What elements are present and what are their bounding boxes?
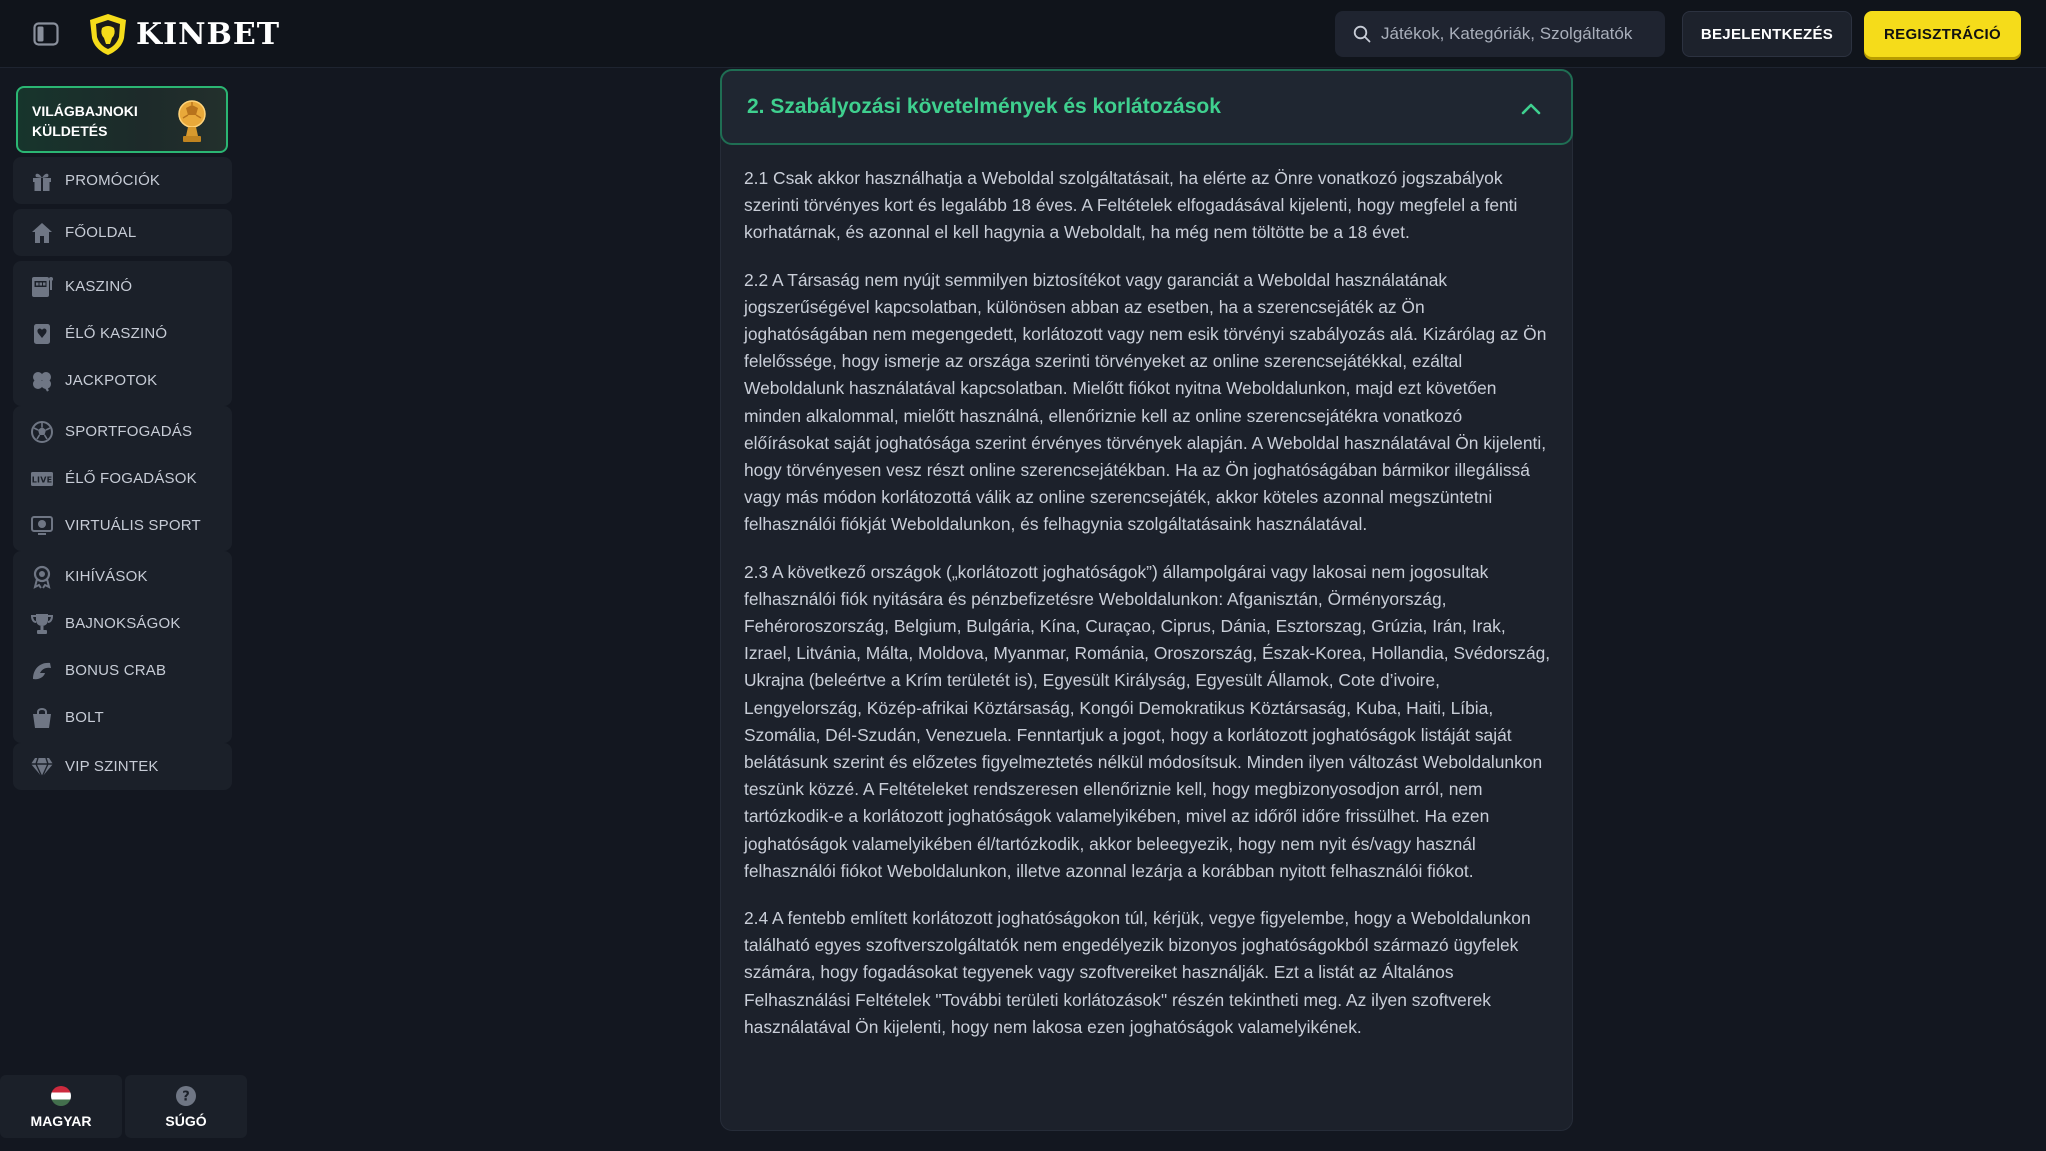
sidebar-item-label: SPORTFOGADÁS — [65, 423, 193, 440]
sidebar-item-challenges[interactable]: KIHÍVÁSOK — [13, 553, 232, 600]
help-label: SÚGÓ — [165, 1112, 207, 1129]
brand-name: KINBET — [136, 16, 281, 52]
terms-section-panel: 2. Szabályozási követelmények és korláto… — [720, 69, 1573, 1131]
crab-claw-icon — [33, 662, 51, 679]
chevron-up-icon[interactable] — [1519, 97, 1543, 121]
search-bar[interactable] — [1335, 11, 1665, 57]
language-selector-button[interactable]: MAGYAR — [0, 1075, 122, 1138]
nav-group-sports: SPORTFOGADÁS LIVE ÉLŐ FOGADÁSOK VIRTUÁLI… — [13, 406, 232, 551]
nav-group-promotions: PROMÓCIÓK — [13, 157, 232, 204]
sidebar-bottom-bar: MAGYAR ? SÚGÓ — [0, 1075, 247, 1138]
sidebar-item-label: KIHÍVÁSOK — [65, 568, 148, 585]
promo-label: VILÁGBAJNOKI KÜLDETÉS — [32, 103, 138, 139]
help-button[interactable]: ? SÚGÓ — [125, 1075, 247, 1138]
medal-icon — [33, 565, 51, 589]
paragraph-2-2: 2.2 A Társaság nem nyújt semmilyen bizto… — [744, 269, 1547, 535]
golden-ball-trophy-icon — [178, 100, 206, 142]
sidebar-item-virtual-sport[interactable]: VIRTUÁLIS SPORT — [13, 502, 232, 549]
sidebar-item-label: VIRTUÁLIS SPORT — [65, 517, 201, 534]
sidebar: VILÁGBAJNOKI KÜLDETÉS PROMÓCIÓK FŐOLDAL … — [0, 68, 240, 1151]
nav-group-vip: VIP SZINTEK — [13, 743, 232, 790]
sidebar-item-label: ÉLŐ KASZINÓ — [65, 325, 168, 342]
home-icon — [32, 222, 52, 243]
search-icon — [1353, 25, 1371, 43]
live-badge-icon: LIVE — [31, 471, 53, 486]
hungary-flag-icon — [51, 1085, 71, 1106]
trophy-icon — [30, 613, 54, 634]
help-question-icon: ? — [176, 1085, 196, 1106]
soccer-ball-icon — [31, 420, 53, 443]
paragraph-2-3: 2.3 A következő országok („korlátozott j… — [744, 561, 1551, 881]
sidebar-item-bonus-crab[interactable]: BONUS CRAB — [13, 647, 232, 694]
svg-text:LIVE: LIVE — [32, 475, 53, 484]
slot-machine-icon — [32, 276, 53, 297]
diamond-icon — [31, 757, 53, 779]
sidebar-item-sports-betting[interactable]: SPORTFOGADÁS — [13, 408, 232, 455]
sidebar-item-home[interactable]: FŐOLDAL — [13, 209, 232, 256]
virtual-sport-icon — [31, 515, 53, 535]
language-label: MAGYAR — [30, 1112, 92, 1129]
nav-group-home: FŐOLDAL — [13, 209, 232, 256]
playing-card-icon — [34, 323, 50, 344]
brand-logo[interactable]: KINBET — [86, 11, 280, 57]
sidebar-item-label: FŐOLDAL — [65, 224, 137, 241]
sidebar-item-jackpots[interactable]: JACKPOTOK — [13, 357, 232, 404]
nav-group-casino: KASZINÓ ÉLŐ KASZINÓ JACKPOTOK — [13, 261, 232, 406]
world-cup-mission-banner[interactable]: VILÁGBAJNOKI KÜLDETÉS — [16, 86, 228, 153]
clover-icon — [33, 371, 51, 392]
sidebar-item-label: JACKPOTOK — [65, 372, 158, 389]
paragraph-2-1: 2.1 Csak akkor használhatja a Weboldal s… — [744, 168, 1518, 243]
login-button[interactable]: BEJELENTKEZÉS — [1682, 11, 1852, 57]
section-title: 2. Szabályozási követelmények és korláto… — [747, 95, 1221, 118]
sidebar-item-live-bets[interactable]: LIVE ÉLŐ FOGADÁSOK — [13, 455, 232, 502]
register-button[interactable]: REGISZTRÁCIÓ — [1864, 11, 2021, 57]
gift-icon — [33, 173, 51, 191]
nav-group-challenges: KIHÍVÁSOK BAJNOKSÁGOK BONUS CRAB BOLT — [13, 551, 232, 743]
sidebar-item-shop[interactable]: BOLT — [13, 694, 232, 741]
lion-shield-icon — [90, 14, 126, 55]
svg-text:?: ? — [182, 1089, 190, 1104]
sidebar-item-vip-levels[interactable]: VIP SZINTEK — [13, 743, 232, 790]
sidebar-toggle-icon[interactable] — [33, 22, 59, 46]
sidebar-item-label: VIP SZINTEK — [65, 758, 159, 775]
sidebar-item-label: BOLT — [65, 709, 104, 726]
paragraph-2-4: 2.4 A fentebb említett korlátozott jogha… — [744, 908, 1531, 1037]
sidebar-item-tournaments[interactable]: BAJNOKSÁGOK — [13, 600, 232, 647]
top-header: KINBET BEJELENTKEZÉS REGISZTRÁCIÓ — [0, 0, 2046, 68]
section-accordion-header[interactable]: 2. Szabályozási követelmények és korláto… — [720, 69, 1573, 145]
section-body: 2.1 Csak akkor használhatja a Weboldal s… — [744, 165, 1552, 1061]
sidebar-item-label: ÉLŐ FOGADÁSOK — [65, 470, 197, 487]
sidebar-item-live-casino[interactable]: ÉLŐ KASZINÓ — [13, 310, 232, 357]
sidebar-item-label: KASZINÓ — [65, 278, 133, 295]
sidebar-item-casino[interactable]: KASZINÓ — [13, 263, 232, 310]
sidebar-item-label: BAJNOKSÁGOK — [65, 615, 181, 632]
sidebar-item-label: PROMÓCIÓK — [65, 172, 161, 189]
sidebar-item-promotions[interactable]: PROMÓCIÓK — [13, 157, 232, 204]
shopping-bag-icon — [33, 707, 51, 728]
search-input[interactable] — [1381, 24, 1651, 44]
sidebar-item-label: BONUS CRAB — [65, 662, 167, 679]
